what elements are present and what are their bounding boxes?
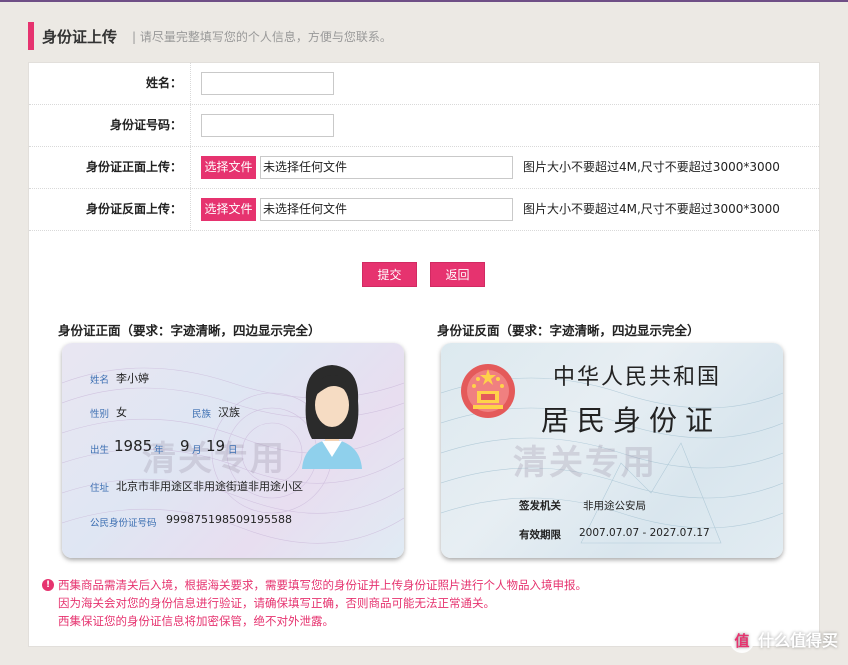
national-emblem-icon bbox=[461, 364, 515, 418]
idnum-input[interactable] bbox=[201, 114, 334, 137]
front-idnum-label: 公民身份证号码 bbox=[90, 518, 157, 529]
idnum-label: 身份证号码： bbox=[29, 105, 191, 146]
brand-logo-icon: 值 bbox=[729, 629, 754, 653]
front-birth-year: 1985 bbox=[114, 437, 153, 455]
notice-block: ! 西集商品需清关后入境，根据海关要求，需要填写您的身份证并上传身份证照片进行个… bbox=[42, 576, 798, 630]
portrait-avatar-icon bbox=[302, 365, 362, 469]
front-choose-file-button[interactable]: 选择文件 bbox=[201, 156, 256, 179]
top-border bbox=[0, 0, 848, 2]
front-year-unit: 年 bbox=[154, 445, 164, 456]
front-ethnic-value: 汉族 bbox=[218, 406, 240, 419]
front-birth-label: 出生 bbox=[90, 445, 110, 456]
submit-button[interactable]: 提交 bbox=[362, 262, 417, 287]
info-icon: ! bbox=[42, 579, 54, 591]
back-choose-file-button[interactable]: 选择文件 bbox=[201, 198, 256, 221]
back-button[interactable]: 返回 bbox=[430, 262, 485, 287]
front-month-unit: 月 bbox=[192, 445, 202, 456]
back-file-hint: 图片大小不要超过4M,尺寸不要超过3000*3000 bbox=[523, 202, 780, 216]
id-card-front-sample: 清关专用 姓名 李小婷 性别 女 民族 汉族 出生 1985 年 9 月 19 … bbox=[62, 343, 404, 558]
back-card-title: 居民身份证 bbox=[541, 404, 722, 437]
front-file-status: 未选择任何文件 bbox=[260, 156, 513, 179]
name-label: 姓名： bbox=[29, 63, 191, 104]
front-file-hint: 图片大小不要超过4M,尺寸不要超过3000*3000 bbox=[523, 160, 780, 174]
page-subtitle: | 请尽量完整填写您的个人信息，方便与您联系。 bbox=[132, 30, 392, 44]
front-ethnic-label: 民族 bbox=[192, 409, 212, 420]
notice-line-3: 西集保证您的身份证信息将加密保管，绝不对外泄露。 bbox=[58, 614, 334, 628]
back-upload-row: 身份证反面上传： 选择文件 未选择任何文件 图片大小不要超过4M,尺寸不要超过3… bbox=[29, 189, 819, 231]
name-row: 姓名： bbox=[29, 63, 819, 105]
back-valid-label: 有效期限 bbox=[519, 529, 561, 541]
brand-watermark: 值什么值得买 bbox=[729, 627, 838, 653]
front-address-value: 北京市非用途区非用途街道非用途小区 bbox=[116, 480, 303, 493]
header-accent-bar bbox=[28, 22, 34, 50]
front-birth-day: 19 bbox=[206, 437, 226, 455]
page-title: 身份证上传 bbox=[42, 28, 118, 46]
brand-text: 什么值得买 bbox=[757, 630, 838, 650]
idnum-row: 身份证号码： bbox=[29, 105, 819, 147]
front-address-label: 住址 bbox=[90, 483, 110, 494]
front-name-value: 李小婷 bbox=[116, 372, 149, 385]
back-valid-value: 2007.07.07 - 2027.07.17 bbox=[579, 527, 710, 539]
back-watermark: 清关专用 bbox=[513, 443, 657, 483]
back-sample-caption: 身份证反面（要求：字迹清晰，四边显示完全） bbox=[437, 323, 700, 338]
front-gender-label: 性别 bbox=[90, 409, 110, 420]
front-birth-month: 9 bbox=[180, 437, 190, 455]
front-sample-caption: 身份证正面（要求：字迹清晰，四边显示完全） bbox=[58, 323, 321, 338]
back-file-status: 未选择任何文件 bbox=[260, 198, 513, 221]
id-card-back-sample: 清关专用 中华人民共和国 居民身份证 签发机关 非用途公安局 有效期限 2007… bbox=[441, 343, 783, 558]
front-idnum-value: 999875198509195588 bbox=[166, 513, 292, 526]
front-gender-value: 女 bbox=[116, 406, 127, 419]
back-upload-label: 身份证反面上传： bbox=[29, 189, 191, 230]
back-issuer-value: 非用途公安局 bbox=[583, 500, 646, 512]
front-name-label: 姓名 bbox=[90, 375, 110, 386]
name-input[interactable] bbox=[201, 72, 334, 95]
front-day-unit: 日 bbox=[228, 445, 238, 456]
back-country-title: 中华人民共和国 bbox=[553, 365, 722, 390]
notice-line-1: 西集商品需清关后入境，根据海关要求，需要填写您的身份证并上传身份证照片进行个人物… bbox=[58, 578, 587, 592]
front-upload-label: 身份证正面上传： bbox=[29, 147, 191, 188]
notice-line-2: 因为海关会对您的身份信息进行验证，请确保填写正确，否则商品可能无法正常通关。 bbox=[58, 596, 495, 610]
front-upload-row: 身份证正面上传： 选择文件 未选择任何文件 图片大小不要超过4M,尺寸不要超过3… bbox=[29, 147, 819, 189]
back-issuer-label: 签发机关 bbox=[519, 500, 561, 512]
